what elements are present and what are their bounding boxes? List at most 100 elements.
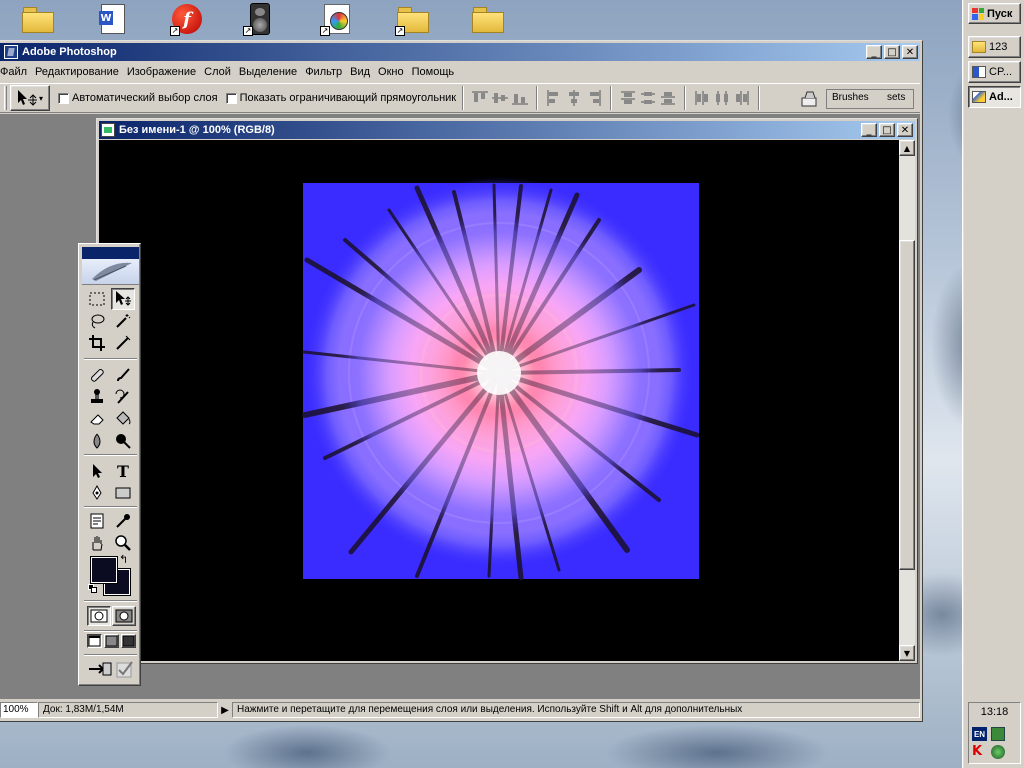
move-tool-icon[interactable] [111, 288, 135, 310]
maximize-button[interactable]: □ [884, 45, 900, 59]
palette-titlebar[interactable] [82, 247, 139, 259]
checkbox-box[interactable] [58, 92, 69, 104]
menu-edit[interactable]: Редактирование [31, 66, 123, 78]
slice-tool-icon[interactable] [111, 332, 135, 354]
checkmark-icon[interactable] [115, 659, 135, 679]
brush-tool-icon[interactable] [111, 364, 135, 386]
align-left-icon[interactable] [545, 89, 563, 107]
distribute-right-icon[interactable] [733, 89, 751, 107]
menu-select[interactable]: Выделение [235, 66, 301, 78]
type-tool-icon[interactable]: T [111, 460, 135, 482]
doc-minimize-button[interactable]: _ [861, 123, 877, 137]
vertical-scrollbar[interactable]: ▲ ▼ [899, 140, 915, 661]
close-button[interactable]: ✕ [902, 45, 918, 59]
path-selection-tool-icon[interactable] [85, 460, 109, 482]
distribute-bottom-icon[interactable] [659, 89, 677, 107]
default-colors-icon[interactable] [88, 584, 98, 594]
rectangle-tool-icon[interactable] [111, 482, 135, 504]
palette-well-icon[interactable] [798, 88, 820, 110]
foreground-swatch[interactable] [90, 556, 118, 584]
checkbox-box[interactable] [225, 92, 237, 104]
doc-close-button[interactable]: ✕ [897, 123, 913, 137]
menu-filter[interactable]: Фильтр [301, 66, 346, 78]
flash-icon[interactable]: f ↗ [170, 2, 204, 36]
blur-tool-icon[interactable] [85, 430, 109, 452]
canvas[interactable] [99, 140, 899, 661]
presets-tab-label[interactable]: sets [887, 92, 905, 103]
doc-maximize-button[interactable]: □ [879, 123, 895, 137]
task-label: Ad... [989, 91, 1013, 103]
scroll-down-button[interactable]: ▼ [899, 645, 915, 661]
align-right-icon[interactable] [585, 89, 603, 107]
canvas-image[interactable] [99, 140, 899, 661]
word-document-icon[interactable]: W [96, 2, 130, 36]
minimize-button[interactable]: _ [866, 45, 882, 59]
network-icon[interactable] [991, 727, 1005, 741]
taskbar-task[interactable]: 123 [968, 36, 1021, 58]
folder-icon[interactable] [470, 2, 504, 36]
photoshop-feather-logo[interactable] [82, 259, 139, 285]
align-horizontal-center-icon[interactable] [565, 89, 583, 107]
distribute-vertical-center-icon[interactable] [639, 89, 657, 107]
distribute-horizontal-center-icon[interactable] [713, 89, 731, 107]
standard-mode-button[interactable] [87, 606, 111, 626]
menu-layer[interactable]: Слой [200, 66, 235, 78]
language-indicator[interactable]: EN [972, 727, 987, 741]
menu-view[interactable]: Вид [346, 66, 374, 78]
menu-image[interactable]: Изображение [123, 66, 200, 78]
document-size[interactable]: Док: 1,83M/1,54M [38, 702, 218, 718]
taskbar-task[interactable]: Ad... [968, 86, 1021, 108]
tray-app-icon[interactable] [991, 745, 1005, 759]
document-titlebar[interactable]: Без имени-1 @ 100% (RGB/8) _ □ ✕ [99, 121, 915, 139]
zoom-level-field[interactable]: 100% [0, 702, 38, 718]
swap-colors-icon[interactable]: ↰ [119, 553, 128, 566]
show-bounding-box-checkbox[interactable]: Показать ограничивающий прямоугольник [225, 92, 456, 104]
standard-screen-mode-button[interactable] [87, 634, 102, 648]
quick-mask-mode-button[interactable] [112, 606, 136, 626]
taskbar-task[interactable]: CP... [968, 61, 1021, 83]
notes-tool-icon[interactable] [85, 510, 109, 532]
distribute-left-icon[interactable] [693, 89, 711, 107]
crop-tool-icon[interactable] [85, 332, 109, 354]
align-vertical-center-icon[interactable] [491, 89, 509, 107]
scroll-thumb[interactable] [899, 240, 915, 570]
distribute-top-icon[interactable] [619, 89, 637, 107]
folder-icon[interactable]: ↗ [395, 2, 429, 36]
setup-icon[interactable]: ↗ [320, 2, 354, 36]
full-screen-menu-mode-button[interactable] [104, 634, 119, 648]
window-titlebar[interactable]: Adobe Photoshop _ □ ✕ [0, 43, 920, 61]
healing-brush-tool-icon[interactable] [85, 364, 109, 386]
eyedropper-tool-icon[interactable] [111, 510, 135, 532]
brushes-tab-label: Brushes [832, 92, 869, 103]
taskbar-start-button[interactable]: Пуск [968, 3, 1021, 24]
lasso-tool-icon[interactable] [85, 310, 109, 332]
eraser-tool-icon[interactable] [85, 408, 109, 430]
align-top-icon[interactable] [471, 89, 489, 107]
clock[interactable]: 13:18 [969, 706, 1020, 718]
auto-select-layer-checkbox[interactable]: Автоматический выбор слоя [58, 92, 218, 104]
marquee-tool-icon[interactable] [85, 288, 109, 310]
history-brush-tool-icon[interactable] [111, 386, 135, 408]
tool-preset-picker[interactable]: ▾ [10, 85, 50, 111]
dodge-tool-icon[interactable] [111, 430, 135, 452]
zoom-tool-icon[interactable] [111, 532, 135, 554]
antivirus-icon[interactable]: K [972, 745, 986, 759]
auto-select-label: Автоматический выбор слоя [72, 92, 218, 104]
full-screen-menu-icon [105, 635, 118, 647]
speaker-icon[interactable]: ↗ [243, 2, 277, 36]
jump-to-imageready-button[interactable] [87, 659, 113, 679]
menu-window[interactable]: Окно [374, 66, 408, 78]
pen-tool-icon[interactable] [85, 482, 109, 504]
menu-help[interactable]: Помощь [408, 66, 459, 78]
scroll-up-button[interactable]: ▲ [899, 140, 915, 156]
toolbar-grip[interactable] [4, 86, 7, 110]
magic-wand-tool-icon[interactable] [111, 310, 135, 332]
align-bottom-icon[interactable] [511, 89, 529, 107]
clone-stamp-tool-icon[interactable] [85, 386, 109, 408]
paint-bucket-tool-icon[interactable] [111, 408, 135, 430]
menu-file[interactable]: Файл [0, 66, 31, 78]
status-menu-arrow-icon[interactable]: ▶ [218, 705, 232, 716]
hand-tool-icon[interactable] [85, 532, 109, 554]
folder-icon[interactable] [20, 2, 54, 36]
full-screen-mode-button[interactable] [121, 634, 136, 648]
